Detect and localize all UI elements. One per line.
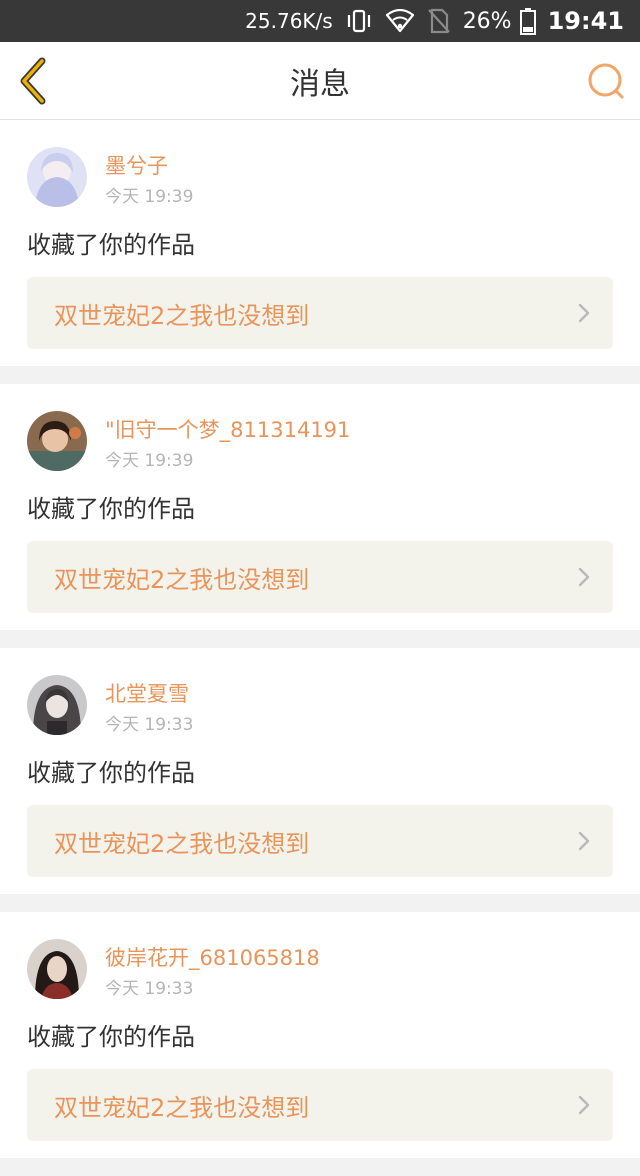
navigation-bar: 消息 (0, 42, 640, 120)
vibrate-icon (345, 9, 373, 33)
username[interactable]: 北堂夏雪 (105, 678, 189, 708)
chevron-right-icon (577, 1094, 591, 1116)
battery-icon (519, 7, 536, 35)
username[interactable]: 彼岸花开_681065818 (105, 942, 320, 972)
avatar[interactable] (27, 411, 87, 471)
chevron-right-icon (577, 302, 591, 324)
clock: 19:41 (547, 7, 624, 35)
timestamp: 今天 19:33 (105, 979, 194, 999)
battery-percent: 26% (462, 8, 512, 34)
work-link[interactable]: 双世宠妃2之我也没想到 (27, 805, 613, 877)
page-title: 消息 (290, 67, 350, 102)
message-card: 彼岸花开_681065818 今天 19:33 收藏了你的作品 双世宠妃2之我也… (0, 912, 640, 1158)
avatar[interactable] (27, 675, 87, 735)
chevron-right-icon (577, 566, 591, 588)
message-card: 北堂夏雪 今天 19:33 收藏了你的作品 双世宠妃2之我也没想到 (0, 648, 640, 894)
timestamp: 今天 19:39 (105, 451, 194, 471)
work-title: 双世宠妃2之我也没想到 (54, 829, 310, 858)
action-text: 收藏了你的作品 (27, 1023, 195, 1051)
timestamp: 今天 19:33 (105, 715, 194, 735)
work-title: 双世宠妃2之我也没想到 (54, 1093, 310, 1122)
message-list: 墨兮子 今天 19:39 收藏了你的作品 双世宠妃2之我也没想到 "旧守一个梦_… (0, 120, 640, 1176)
work-title: 双世宠妃2之我也没想到 (54, 301, 310, 330)
work-link[interactable]: 双世宠妃2之我也没想到 (27, 1069, 613, 1141)
work-link[interactable]: 双世宠妃2之我也没想到 (27, 541, 613, 613)
avatar[interactable] (27, 939, 87, 999)
work-link[interactable]: 双世宠妃2之我也没想到 (27, 277, 613, 349)
action-text: 收藏了你的作品 (27, 231, 195, 259)
search-icon (588, 63, 624, 99)
username[interactable]: 墨兮子 (105, 150, 168, 180)
action-text: 收藏了你的作品 (27, 495, 195, 523)
status-bar: 25.76K/s 26% 19:41 (0, 0, 640, 42)
network-speed: 25.76K/s (245, 9, 333, 33)
action-text: 收藏了你的作品 (27, 759, 195, 787)
message-card: 墨兮子 今天 19:39 收藏了你的作品 双世宠妃2之我也没想到 (0, 120, 640, 366)
no-sim-icon (427, 8, 451, 34)
wifi-icon (385, 9, 415, 33)
timestamp: 今天 19:39 (105, 187, 194, 207)
avatar[interactable] (27, 147, 87, 207)
search-button[interactable] (586, 61, 626, 101)
chevron-right-icon (577, 830, 591, 852)
work-title: 双世宠妃2之我也没想到 (54, 565, 310, 594)
username[interactable]: "旧守一个梦_811314191 (105, 414, 350, 444)
message-card: "旧守一个梦_811314191 今天 19:39 收藏了你的作品 双世宠妃2之… (0, 384, 640, 630)
